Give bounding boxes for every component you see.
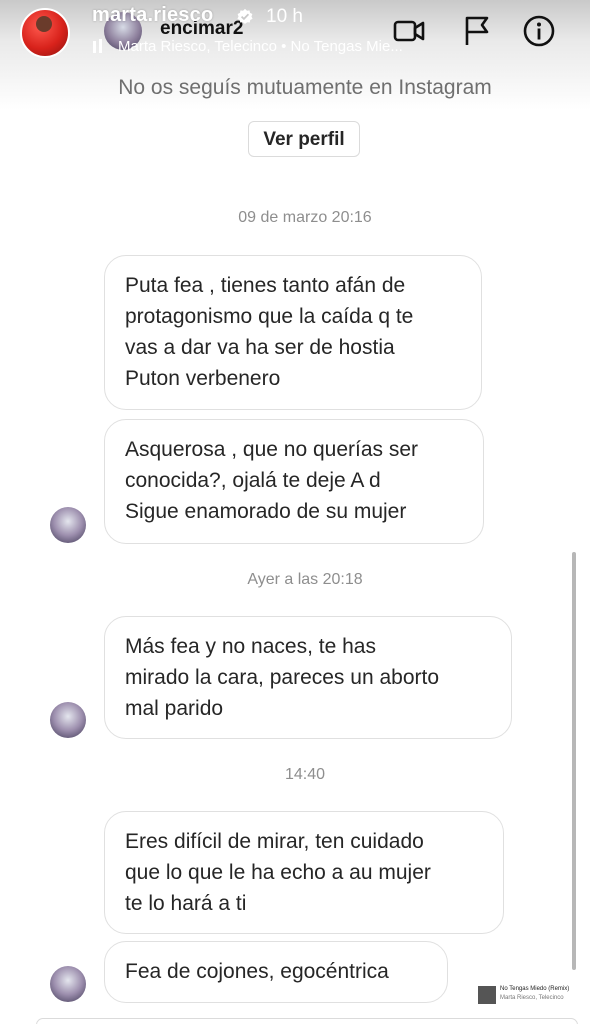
info-icon[interactable] [522,14,556,48]
sender-avatar[interactable] [50,507,86,543]
music-sticker-title: No Tengas Miedo (Remix) [500,986,570,992]
sender-avatar[interactable] [50,966,86,1002]
message-composer[interactable] [36,1018,578,1024]
message-bubble[interactable]: Eres difícil de mirar, ten cuidado que l… [104,811,504,934]
message-bubble[interactable]: Puta fea , tienes tanto afán de protagon… [104,255,482,410]
mutual-follow-text: No os seguís mutuamente en Instagram [118,76,492,99]
music-note-icon [93,39,102,53]
timestamp: 14:40 [284,766,326,783]
video-camera-icon[interactable] [392,14,426,48]
verified-badge-icon [237,8,253,24]
timestamp: Ayer a las 20:18 [247,571,363,588]
flag-icon[interactable] [460,14,494,48]
sender-avatar[interactable] [50,702,86,738]
album-art [478,986,496,1004]
story-music-label[interactable]: Marta Riesco, Telecinco • No Tengas Mie.… [118,38,403,55]
music-sticker-artist: Marta Riesco, Telecinco [500,995,564,1001]
screen: encimar2 marta.riesco 10 h Marta Riesco,… [0,0,590,1024]
music-sticker[interactable]: No Tengas Miedo (Remix) Marta Riesco, Te… [478,986,578,1006]
message-bubble[interactable]: Asquerosa , que no querías ser conocida?… [104,419,484,544]
message-bubble[interactable]: Más fea y no naces, te has mirado la car… [104,616,512,739]
story-username[interactable]: marta.riesco [92,4,213,27]
message-bubble[interactable]: Fea de cojones, egocéntrica [104,941,448,1003]
timestamp: 09 de marzo 20:16 [238,209,372,226]
view-profile-button[interactable]: Ver perfil [248,121,360,157]
scrollbar[interactable] [572,552,576,970]
story-time: 10 h [266,6,303,27]
story-avatar[interactable] [20,8,70,58]
